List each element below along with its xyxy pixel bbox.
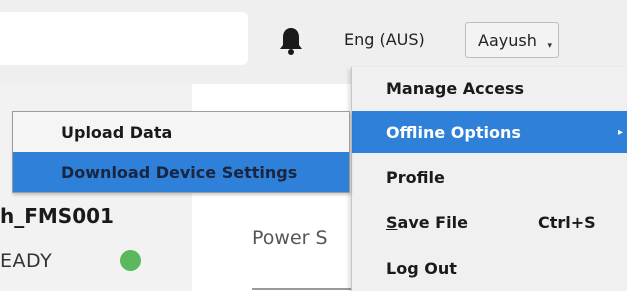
menu-item-label-rest: ave File <box>397 212 468 232</box>
menu-item-label: Offline Options <box>386 122 521 142</box>
menu-item-label: Profile <box>386 167 445 187</box>
user-dropdown-menu: Manage Access Offline Options ▸ Profile … <box>351 67 627 291</box>
menu-item-manage-access[interactable]: Manage Access <box>352 67 627 109</box>
chevron-right-icon: ▸ <box>618 126 624 138</box>
section-title: Power S <box>252 227 328 249</box>
menu-item-label: Save File <box>386 213 468 232</box>
menu-item-save-file[interactable]: Save File Ctrl+S <box>352 201 627 243</box>
language-selector[interactable]: Eng (AUS) <box>344 30 425 49</box>
keyboard-shortcut: Ctrl+S <box>538 212 596 232</box>
menu-item-offline-options[interactable]: Offline Options ▸ <box>352 111 627 153</box>
menu-item-label: Log Out <box>386 258 457 278</box>
status-indicator <box>120 250 141 271</box>
submenu-item-download-device-settings[interactable]: Download Device Settings <box>13 152 349 192</box>
menu-item-profile[interactable]: Profile <box>352 156 627 198</box>
menu-item-log-out[interactable]: Log Out <box>352 247 627 289</box>
submenu-item-label: Upload Data <box>61 122 173 142</box>
device-status: EADY <box>0 250 53 272</box>
chevron-down-icon: ▾ <box>547 41 552 51</box>
menu-item-label: Manage Access <box>386 78 525 98</box>
user-name: Aayush <box>478 30 537 50</box>
submenu-item-label: Download Device Settings <box>61 162 298 182</box>
search-input[interactable] <box>0 12 248 65</box>
mnemonic-letter: S <box>386 212 398 232</box>
submenu-item-upload-data[interactable]: Upload Data <box>13 112 349 152</box>
divider <box>252 288 352 290</box>
bell-icon[interactable] <box>278 26 304 56</box>
user-menu-button[interactable]: Aayush ▾ <box>465 22 559 58</box>
offline-options-submenu: Upload Data Download Device Settings <box>12 111 350 193</box>
device-name: h_FMS001 <box>0 204 114 228</box>
